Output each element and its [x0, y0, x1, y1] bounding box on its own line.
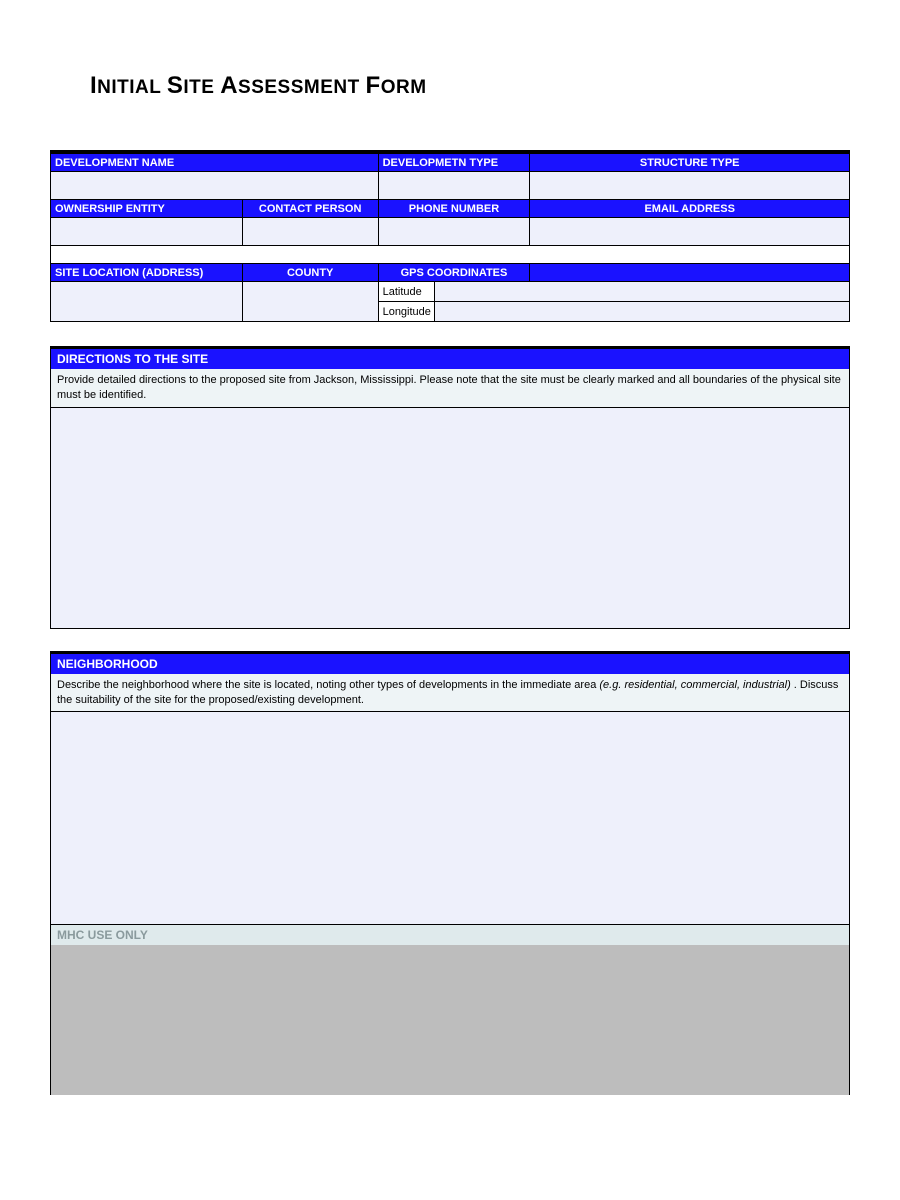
- hdr-dev-type: DEVELOPMETN TYPE: [378, 154, 530, 172]
- field-struct-type[interactable]: [530, 172, 850, 200]
- hdr-directions: DIRECTIONS TO THE SITE: [51, 349, 849, 369]
- field-email[interactable]: [530, 218, 850, 246]
- field-county[interactable]: [242, 282, 378, 322]
- hdr-phone: PHONE NUMBER: [378, 200, 530, 218]
- hdr-mhc: MHC USE ONLY: [51, 925, 849, 945]
- hdr-ownership: OWNERSHIP ENTITY: [51, 200, 243, 218]
- section-mhc: MHC USE ONLY: [51, 924, 849, 1095]
- field-longitude[interactable]: [434, 302, 850, 322]
- label-latitude: Latitude: [378, 282, 434, 302]
- section-directions: DIRECTIONS TO THE SITE Provide detailed …: [50, 346, 850, 629]
- page-title: INITIAL SITE ASSESSMENT FORM: [90, 72, 850, 100]
- hdr-gps: GPS COORDINATES: [378, 264, 530, 282]
- hdr-site-loc: SITE LOCATION (ADDRESS): [51, 264, 243, 282]
- field-directions[interactable]: [51, 408, 849, 628]
- label-longitude: Longitude: [378, 302, 434, 322]
- field-mhc: [51, 945, 849, 1095]
- hdr-email: EMAIL ADDRESS: [530, 200, 850, 218]
- hdr-neighborhood: NEIGHBORHOOD: [51, 654, 849, 674]
- instr-directions: Provide detailed directions to the propo…: [51, 369, 849, 408]
- field-dev-name[interactable]: [51, 172, 379, 200]
- section-neighborhood: NEIGHBORHOOD Describe the neighborhood w…: [50, 651, 850, 1096]
- hdr-dev-name: DEVELOPMENT NAME: [51, 154, 379, 172]
- hdr-contact: CONTACT PERSON: [242, 200, 378, 218]
- field-ownership[interactable]: [51, 218, 243, 246]
- field-phone[interactable]: [378, 218, 530, 246]
- identification-block: DEVELOPMENT NAME DEVELOPMETN TYPE STRUCT…: [50, 150, 850, 322]
- field-neighborhood[interactable]: [51, 712, 849, 924]
- field-dev-type[interactable]: [378, 172, 530, 200]
- hdr-struct-type: STRUCTURE TYPE: [530, 154, 850, 172]
- hdr-gps-ext: [530, 264, 850, 282]
- field-site-loc[interactable]: [51, 282, 243, 322]
- field-contact[interactable]: [242, 218, 378, 246]
- instr-neighborhood: Describe the neighborhood where the site…: [51, 674, 849, 713]
- field-latitude[interactable]: [434, 282, 850, 302]
- hdr-county: COUNTY: [242, 264, 378, 282]
